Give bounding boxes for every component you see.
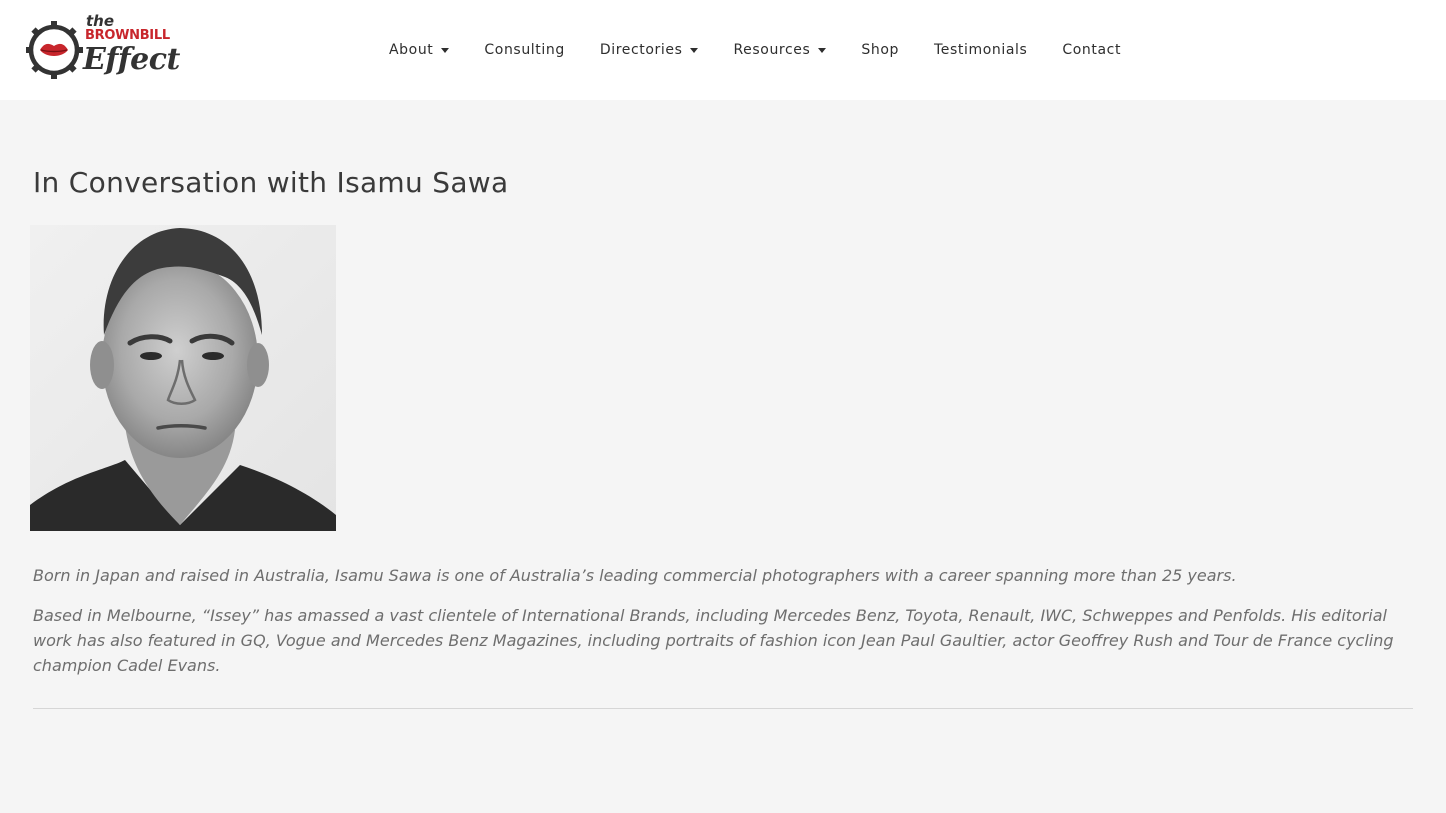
content-divider (33, 708, 1413, 709)
nav-item-about[interactable]: About (389, 42, 450, 58)
nav-item-label: Testimonials (934, 42, 1028, 58)
article-paragraph: Based in Melbourne, “Issey” has amassed … (33, 606, 1394, 675)
portrait-photo-icon (30, 225, 336, 531)
chevron-down-icon (441, 47, 450, 53)
nav-item-label: Resources (733, 42, 811, 58)
main-navigation: About Consulting Directories Resources Shop T… (389, 0, 1121, 100)
nav-item-label: Directories (599, 42, 683, 58)
nav-item-label: About (389, 42, 434, 58)
nav-item-directories[interactable]: Directories (600, 42, 699, 58)
logo-text-brownbill: BROWNBILL (85, 28, 170, 43)
nav-item-testimonials[interactable]: Testimonials (934, 42, 1027, 58)
logo-text-effect: Effect (83, 42, 180, 77)
nav-item-contact[interactable]: Contact (1062, 42, 1121, 58)
portrait-image (30, 225, 336, 531)
nav-item-consulting[interactable]: Consulting (484, 42, 564, 58)
article-paragraph: Born in Japan and raised in Australia, I… (33, 566, 1237, 585)
page-title: In Conversation with Isamu Sawa (33, 166, 509, 199)
nav-item-resources[interactable]: Resources (733, 42, 827, 58)
nav-item-shop[interactable]: Shop (861, 42, 899, 58)
chevron-down-icon (818, 47, 827, 53)
site-header: the BROWNBILL Effect About Consulting Dire… (0, 0, 1446, 100)
nav-item-label: Shop (861, 42, 899, 58)
chevron-down-icon (690, 47, 699, 53)
nav-item-label: Contact (1062, 42, 1122, 58)
site-logo[interactable]: the BROWNBILL Effect (26, 12, 180, 88)
nav-item-label: Consulting (484, 42, 565, 58)
